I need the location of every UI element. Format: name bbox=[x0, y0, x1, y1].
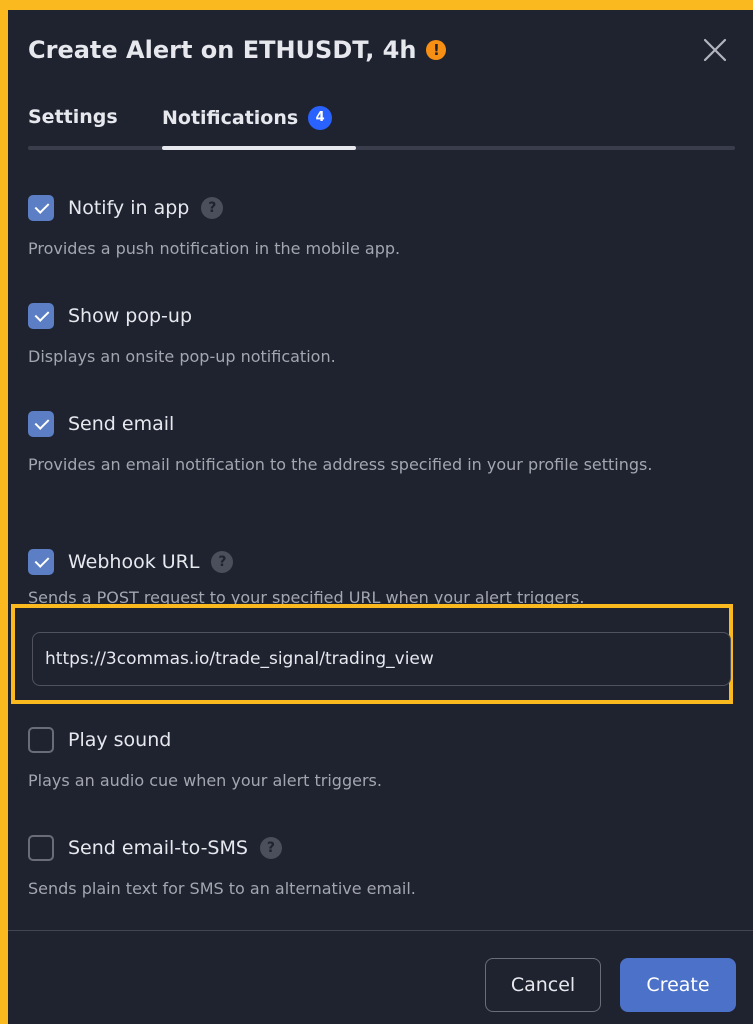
send-email-description: Provides an email notification to the ad… bbox=[28, 455, 653, 474]
footer-divider bbox=[8, 930, 753, 931]
notify-in-app-description: Provides a push notification in the mobi… bbox=[28, 239, 401, 258]
active-tab-underline bbox=[162, 146, 356, 150]
send-email-label: Send email bbox=[68, 413, 175, 435]
exclamation-icon[interactable]: ! bbox=[426, 40, 447, 60]
help-icon[interactable]: ? bbox=[211, 551, 234, 573]
option-row: Show pop-up bbox=[28, 302, 693, 330]
notify-in-app-checkbox[interactable] bbox=[28, 195, 54, 221]
tab-track bbox=[28, 146, 735, 150]
option-play-sound: Play sound Plays an audio cue when your … bbox=[28, 726, 693, 794]
dialog-title: Create Alert on ETHUSDT, 4h bbox=[28, 36, 417, 64]
help-icon[interactable]: ? bbox=[201, 197, 224, 219]
send-email-to-sms-checkbox[interactable] bbox=[28, 835, 54, 861]
webhook-url-label: Webhook URL bbox=[68, 551, 200, 573]
tab-settings[interactable]: Settings bbox=[28, 106, 118, 128]
play-sound-description: Plays an audio cue when your alert trigg… bbox=[28, 771, 382, 790]
close-icon[interactable] bbox=[699, 34, 731, 66]
webhook-url-checkbox[interactable] bbox=[28, 549, 54, 575]
notify-in-app-label: Notify in app bbox=[68, 197, 190, 219]
create-alert-dialog: Create Alert on ETHUSDT, 4h ! Settings N… bbox=[8, 10, 753, 1024]
show-popup-label: Show pop-up bbox=[68, 305, 193, 327]
send-email-to-sms-description: Sends plain text for SMS to an alternati… bbox=[28, 879, 416, 898]
tab-bar: Settings Notifications 4 bbox=[28, 106, 735, 152]
notification-count-badge: 4 bbox=[308, 106, 333, 130]
option-webhook-url: Webhook URL ? bbox=[28, 548, 693, 576]
option-row: Send email bbox=[28, 410, 693, 438]
tab-notifications-label: Notifications bbox=[162, 107, 299, 129]
tab-notifications[interactable]: Notifications 4 bbox=[162, 106, 333, 130]
help-icon[interactable]: ? bbox=[259, 837, 282, 859]
send-email-checkbox[interactable] bbox=[28, 411, 54, 437]
option-notify-in-app: Notify in app ? Provides a push notifica… bbox=[28, 194, 693, 262]
option-row: Play sound bbox=[28, 726, 693, 754]
option-row: Send email-to-SMS ? bbox=[28, 834, 693, 862]
create-button[interactable]: Create bbox=[620, 958, 736, 1012]
option-row: Webhook URL ? bbox=[28, 548, 693, 576]
play-sound-checkbox[interactable] bbox=[28, 727, 54, 753]
option-send-email: Send email Provides an email notificatio… bbox=[28, 410, 693, 478]
option-send-email-to-sms: Send email-to-SMS ? Sends plain text for… bbox=[28, 834, 693, 902]
show-popup-description: Displays an onsite pop-up notification. bbox=[28, 347, 336, 366]
tab-settings-label: Settings bbox=[28, 106, 118, 128]
play-sound-label: Play sound bbox=[68, 729, 172, 751]
option-row: Notify in app ? bbox=[28, 194, 693, 222]
option-show-popup: Show pop-up Displays an onsite pop-up no… bbox=[28, 302, 693, 370]
cancel-button[interactable]: Cancel bbox=[485, 958, 601, 1012]
webhook-url-highlight bbox=[11, 604, 733, 704]
send-email-to-sms-label: Send email-to-SMS bbox=[68, 837, 248, 859]
dialog-title-row: Create Alert on ETHUSDT, 4h ! bbox=[28, 36, 447, 64]
webhook-url-input[interactable] bbox=[32, 632, 731, 686]
show-popup-checkbox[interactable] bbox=[28, 303, 54, 329]
